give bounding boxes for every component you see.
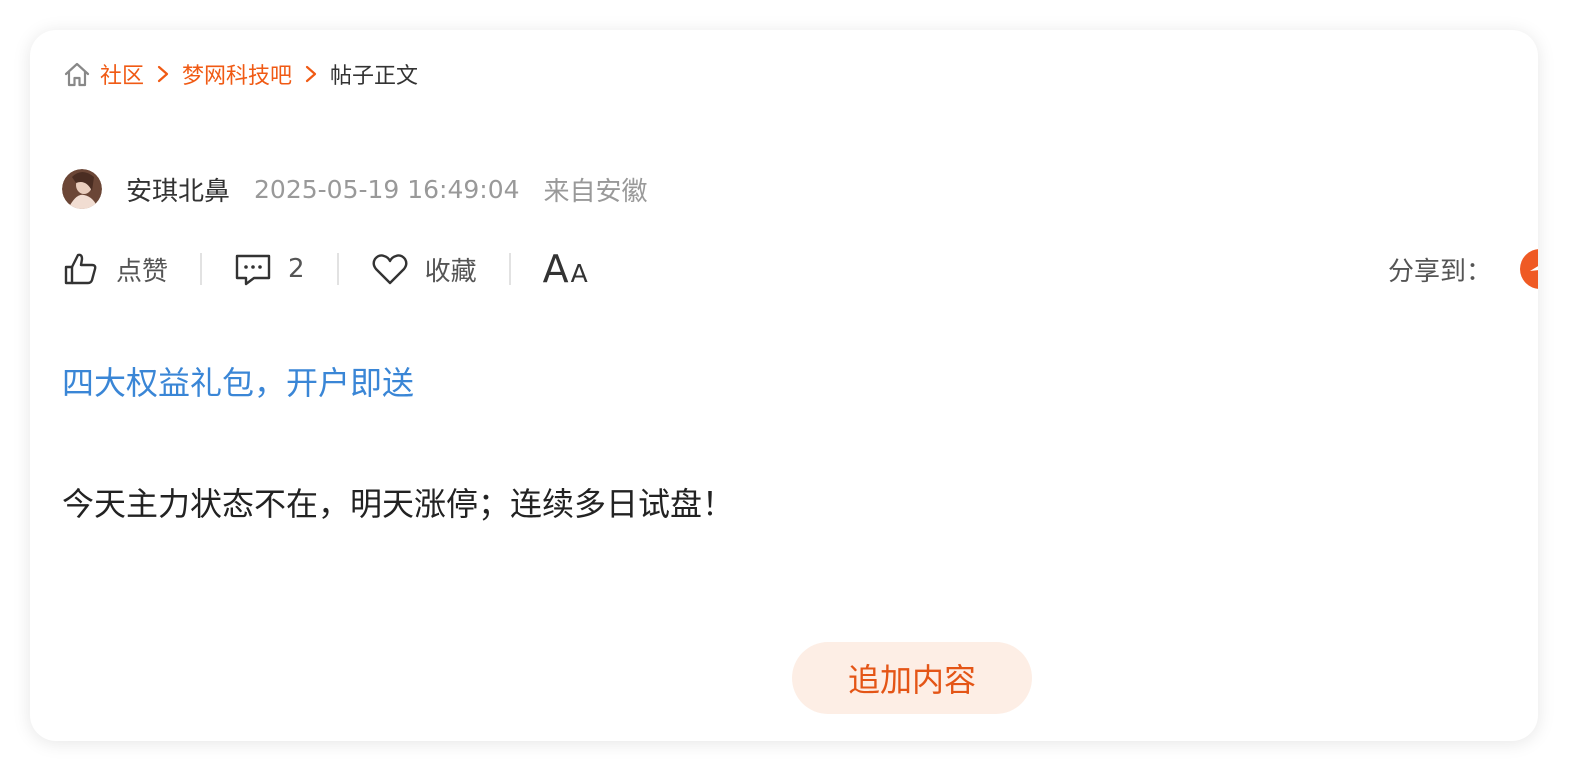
thumbs-up-icon	[64, 253, 97, 285]
action-bar: 点赞 2 收藏 A A 分享到：	[62, 244, 1538, 294]
post-timestamp: 2025-05-19 16:49:04	[254, 174, 520, 204]
like-label: 点赞	[116, 256, 169, 287]
breadcrumb-current: 帖子正文	[330, 64, 419, 89]
font-size-toggle[interactable]: A A	[543, 247, 588, 291]
divider	[508, 253, 511, 285]
font-small-label: A	[570, 259, 588, 288]
heart-icon	[372, 254, 408, 285]
author-name[interactable]: 安琪北鼻	[126, 171, 230, 208]
favorite-label: 收藏	[424, 256, 477, 287]
avatar-image	[62, 169, 102, 209]
font-large-label: A	[542, 247, 569, 291]
home-icon[interactable]	[62, 59, 92, 89]
chevron-right-icon	[157, 65, 169, 83]
comment-button[interactable]: 2	[234, 250, 305, 288]
breadcrumb: 社区 梦网科技吧 帖子正文	[62, 57, 418, 91]
divider	[200, 253, 203, 285]
author-row: 安琪北鼻 2025-05-19 16:49:04 来自安徽	[62, 167, 648, 211]
comment-icon	[235, 254, 271, 286]
post-body: 今天主力状态不在，明天涨停；连续多日试盘！	[62, 485, 735, 523]
breadcrumb-forum[interactable]: 梦网科技吧	[182, 58, 292, 90]
comment-count: 2	[288, 254, 305, 284]
favorite-button[interactable]: 收藏	[371, 250, 477, 288]
chevron-right-icon	[305, 65, 317, 83]
breadcrumb-community[interactable]: 社区	[100, 58, 144, 90]
avatar[interactable]	[62, 169, 102, 209]
divider	[336, 253, 339, 285]
share-label: 分享到：	[1387, 256, 1492, 287]
promo-link[interactable]: 四大权益礼包，开户即送	[62, 358, 414, 404]
share-section: 分享到：	[1388, 244, 1538, 294]
share-glyph-icon	[1530, 266, 1538, 271]
post-location: 来自安徽	[543, 176, 648, 207]
append-content-button[interactable]: 追加内容	[792, 642, 1032, 714]
like-button[interactable]: 点赞	[62, 250, 168, 288]
share-icon[interactable]	[1520, 249, 1538, 289]
post-card: 社区 梦网科技吧 帖子正文 安琪北鼻 2025-05-19 16:49:04 来…	[30, 30, 1538, 741]
